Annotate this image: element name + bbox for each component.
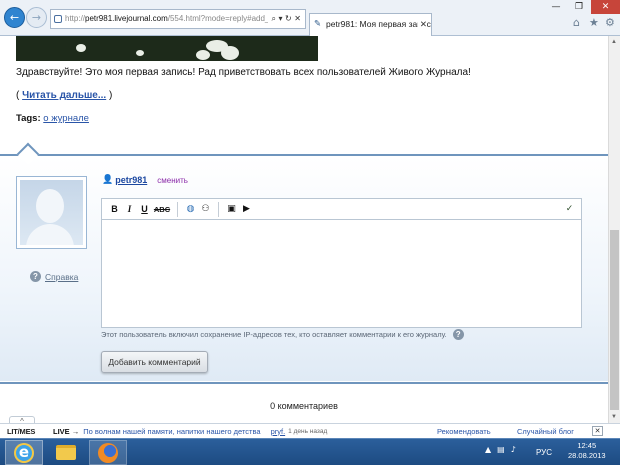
read-more-link[interactable]: Читать дальше...	[22, 90, 106, 101]
folder-icon	[56, 445, 76, 460]
scroll-up-tab[interactable]: ^	[9, 416, 35, 423]
page-content: Здравствуйте! Это моя первая запись! Рад…	[0, 36, 608, 423]
favorites-icon[interactable]: ★	[589, 16, 599, 29]
insert-video-icon[interactable]: ▶	[239, 202, 254, 217]
spellcheck-icon[interactable]: ✓	[562, 202, 577, 217]
clock-date: 28.08.2013	[568, 451, 606, 460]
maximize-button[interactable]: ❐	[569, 0, 589, 14]
bar-close-icon[interactable]: ✕	[592, 426, 603, 436]
site-favicon-icon	[54, 15, 62, 23]
address-actions-icon[interactable]: ⌕ ▾ ↻ ✕	[268, 10, 301, 28]
comment-textarea[interactable]	[101, 219, 582, 328]
internet-explorer-icon: e	[14, 442, 34, 463]
taskbar-firefox[interactable]	[89, 440, 127, 465]
bar-logo[interactable]: LIT/MES	[7, 427, 53, 436]
strikethrough-button[interactable]: ABC	[152, 202, 172, 217]
browser-tab[interactable]: ✎ petr981: Моя первая запис... ✕	[309, 13, 432, 36]
live-post-link[interactable]: По волнам нашей памяти, напитки нашего д…	[83, 427, 260, 436]
close-window-button[interactable]: ✕	[591, 0, 620, 14]
address-bar[interactable]: http://petr981.livejournal.com/554.html?…	[50, 9, 306, 29]
tab-title: petr981: Моя первая запис...	[326, 19, 432, 29]
tab-close-icon[interactable]: ✕	[417, 14, 427, 34]
arrow-right-icon: →	[31, 11, 42, 24]
underline-button[interactable]: U	[137, 202, 152, 217]
language-indicator[interactable]: РУС	[536, 448, 552, 457]
recommend-link[interactable]: Рекомендовать	[437, 427, 491, 436]
system-tray: ▲ ▤ ♪	[485, 445, 516, 454]
italic-button[interactable]: I	[122, 202, 137, 217]
add-comment-button[interactable]: Добавить комментарий	[101, 351, 208, 373]
address-host: petr981.livejournal.com	[85, 14, 168, 23]
arrow-left-icon: ←	[9, 11, 20, 24]
clock-time: 12:45	[577, 441, 597, 450]
read-more: ( Читать дальше... )	[16, 90, 112, 101]
taskbar-file-explorer[interactable]	[47, 440, 85, 465]
insert-user-icon[interactable]: ⚇	[198, 202, 213, 217]
live-author-link[interactable]: pryf.	[271, 427, 286, 436]
tags-label: Tags:	[16, 113, 41, 124]
bold-button[interactable]: B	[107, 202, 122, 217]
help-icon: ?	[30, 271, 41, 282]
editor-toolbar: B I U ABC ◍ ⚇ ▣ ▶ ✓	[101, 198, 582, 219]
ip-help-icon[interactable]: ?	[452, 329, 464, 340]
tray-chevron-icon[interactable]: ▲	[485, 445, 491, 454]
paperclip-icon: ✎	[314, 19, 322, 29]
insert-link-icon[interactable]: ◍	[183, 202, 198, 217]
minimize-button[interactable]: —	[546, 0, 566, 14]
volume-icon[interactable]: ♪	[511, 445, 516, 454]
help-link[interactable]: Справка	[45, 272, 78, 282]
scroll-up-arrow-icon[interactable]: ▲	[608, 37, 620, 47]
random-blog-link[interactable]: Случайный блог	[517, 427, 574, 436]
switch-user-link[interactable]: сменить	[157, 176, 188, 185]
username-link[interactable]: petr981	[115, 175, 147, 185]
live-label: LIVE →	[53, 426, 80, 436]
back-button[interactable]: ←	[4, 7, 25, 28]
clock[interactable]: 12:45 28.08.2013	[568, 441, 606, 461]
post-text: Здравствуйте! Это моя первая запись! Рад…	[16, 67, 471, 78]
comment-author-row: 👤 petr981 сменить	[102, 175, 188, 185]
post-image	[16, 36, 318, 61]
comments-count: 0 комментариев	[270, 401, 338, 411]
home-icon[interactable]: ⌂	[573, 16, 580, 29]
insert-image-icon[interactable]: ▣	[224, 202, 239, 217]
livejournal-bottom-bar: LIT/MES LIVE → По волнам нашей памяти, н…	[0, 423, 620, 438]
read-more-close: )	[106, 90, 113, 101]
scrollbar-thumb[interactable]	[610, 230, 619, 410]
forward-button[interactable]: →	[26, 7, 47, 28]
settings-icon[interactable]: ⚙	[605, 16, 615, 29]
live-time-ago: 1 день назад	[288, 427, 328, 435]
taskbar-internet-explorer[interactable]: e	[5, 440, 43, 465]
ip-logging-note: Этот пользователь включил сохранение IP-…	[101, 329, 464, 340]
firefox-icon	[98, 442, 118, 463]
network-icon[interactable]: ▤	[497, 445, 505, 454]
ip-note-text: Этот пользователь включил сохранение IP-…	[101, 330, 447, 339]
user-icon: 👤	[102, 175, 114, 185]
scroll-down-arrow-icon[interactable]: ▼	[608, 412, 620, 422]
help-link-row: ? Справка	[30, 271, 78, 282]
avatar	[16, 176, 87, 249]
tag-link[interactable]: о журнале	[43, 113, 89, 124]
address-prefix: http://	[65, 14, 86, 23]
post-tags: Tags: о журнале	[16, 113, 89, 124]
